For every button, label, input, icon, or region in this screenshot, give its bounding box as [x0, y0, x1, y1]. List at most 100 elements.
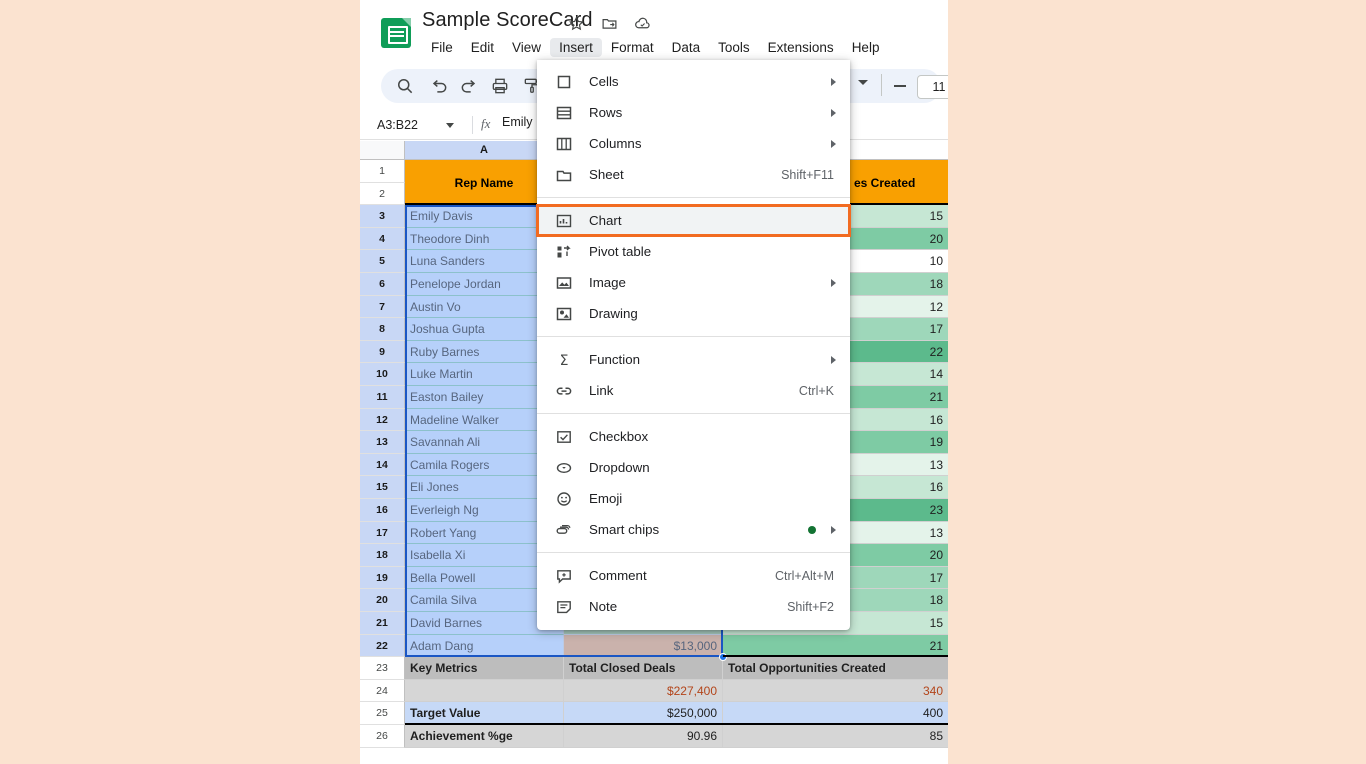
google-sheets-window: Sample ScoreCard File Edit View Insert F… [360, 0, 948, 764]
row-header-11[interactable]: 11 [360, 386, 405, 409]
cell-b22[interactable]: $13,000 [564, 634, 723, 658]
row-header-21[interactable]: 21 [360, 612, 405, 635]
menu-view[interactable]: View [503, 38, 550, 57]
cell-a25[interactable]: Target Value [405, 702, 564, 725]
row-header-26[interactable]: 26 [360, 725, 405, 748]
cell-a23[interactable]: Key Metrics [405, 657, 564, 680]
decrease-font-size-button[interactable] [894, 85, 906, 87]
cell-b25[interactable]: $250,000 [564, 702, 723, 725]
star-icon[interactable] [568, 15, 585, 32]
menu-item-link[interactable]: Link Ctrl+K [537, 375, 850, 406]
menu-item-rows[interactable]: Rows [537, 97, 850, 128]
row-header-19[interactable]: 19 [360, 566, 405, 590]
row-header-23[interactable]: 23 [360, 657, 405, 680]
row-header-22[interactable]: 22 [360, 634, 405, 658]
row-header-10[interactable]: 10 [360, 363, 405, 386]
menu-item-shortcut: Ctrl+K [798, 383, 834, 398]
row-header-18[interactable]: 18 [360, 544, 405, 567]
row-header-16[interactable]: 16 [360, 499, 405, 522]
menu-item-sheet[interactable]: Sheet Shift+F11 [537, 159, 850, 190]
row-header-2[interactable]: 2 [360, 182, 405, 206]
dropdown-icon [555, 459, 573, 477]
cloud-saved-icon[interactable] [634, 15, 651, 32]
print-icon[interactable] [490, 76, 510, 96]
search-icon[interactable] [395, 76, 415, 96]
menu-item-label: Sheet [589, 167, 624, 182]
menu-format[interactable]: Format [602, 38, 663, 57]
menu-tools[interactable]: Tools [709, 38, 759, 57]
menu-item-cells[interactable]: Cells [537, 66, 850, 97]
menu-item-pivot-table[interactable]: Pivot table [537, 236, 850, 267]
row-header-14[interactable]: 14 [360, 453, 405, 477]
row-header-25[interactable]: 25 [360, 702, 405, 725]
undo-icon[interactable] [429, 76, 449, 96]
menu-item-smart-chips[interactable]: Smart chips [537, 514, 850, 545]
menu-item-drawing[interactable]: Drawing [537, 298, 850, 329]
cell-a26[interactable]: Achievement %ge [405, 725, 564, 748]
menu-item-label: Drawing [589, 306, 638, 321]
move-to-folder-icon[interactable] [601, 15, 618, 32]
menu-item-checkbox[interactable]: Checkbox [537, 421, 850, 452]
cell-b26[interactable]: 90.96 [564, 725, 723, 748]
row-header-13[interactable]: 13 [360, 431, 405, 454]
menu-insert[interactable]: Insert [550, 38, 602, 57]
comment-icon [555, 567, 573, 585]
fx-icon: fx [481, 116, 491, 131]
name-box-caret-icon[interactable] [446, 123, 454, 128]
row-header-5[interactable]: 5 [360, 250, 405, 273]
row-header-24[interactable]: 24 [360, 679, 405, 703]
cell-b24[interactable]: $227,400 [564, 679, 723, 703]
menu-item-emoji[interactable]: Emoji [537, 483, 850, 514]
header-cell-opportunities-created[interactable]: es Created [850, 160, 948, 206]
redo-icon[interactable] [459, 76, 479, 96]
menu-item-columns[interactable]: Columns [537, 128, 850, 159]
insert-menu-popup[interactable]: Cells Rows Columns Sheet Shift+F11 Chart Pivot… [536, 60, 851, 630]
row-header-3[interactable]: 3 [360, 205, 405, 228]
font-size-input[interactable]: 11 [917, 75, 948, 99]
toolbar-more-caret[interactable] [858, 80, 868, 85]
row-header-9[interactable]: 9 [360, 340, 405, 364]
submenu-arrow-icon [831, 355, 836, 364]
toolbar-divider [881, 74, 882, 96]
cell-c24[interactable]: 340 [723, 679, 948, 703]
row-header-15[interactable]: 15 [360, 476, 405, 499]
cell-a22[interactable]: Adam Dang [405, 634, 564, 658]
menu-item-note[interactable]: Note Shift+F2 [537, 591, 850, 622]
menu-help[interactable]: Help [843, 38, 889, 57]
row-header-20[interactable]: 20 [360, 589, 405, 612]
menu-edit[interactable]: Edit [462, 38, 503, 57]
menu-extensions[interactable]: Extensions [759, 38, 843, 57]
menu-item-comment[interactable]: Comment Ctrl+Alt+M [537, 560, 850, 591]
cell-c25[interactable]: 400 [723, 702, 948, 725]
checkbox-icon [555, 428, 573, 446]
row-header-6[interactable]: 6 [360, 273, 405, 296]
cell-c26[interactable]: 85 [723, 725, 948, 748]
menu-item-label: Smart chips [589, 522, 660, 537]
rows-icon [555, 104, 573, 122]
menu-item-function[interactable]: Σ Function [537, 344, 850, 375]
drawing-icon [555, 305, 573, 323]
cell-c22[interactable]: 21 [723, 634, 948, 658]
submenu-arrow-icon [831, 108, 836, 117]
document-title[interactable]: Sample ScoreCard [422, 9, 593, 32]
cell-c23[interactable]: Total Opportunities Created [723, 657, 948, 680]
row-header-17[interactable]: 17 [360, 521, 405, 545]
row-header-7[interactable]: 7 [360, 295, 405, 319]
row-header-1[interactable]: 1 [360, 160, 405, 183]
menu-item-label: Link [589, 383, 614, 398]
menu-item-image[interactable]: Image [537, 267, 850, 298]
menu-file[interactable]: File [422, 38, 462, 57]
cell-a24[interactable] [405, 679, 564, 703]
select-all-corner[interactable] [360, 141, 405, 160]
menu-item-label: Chart [589, 213, 622, 228]
row-header-4[interactable]: 4 [360, 227, 405, 251]
menu-item-label: Emoji [589, 491, 623, 506]
row-header-8[interactable]: 8 [360, 318, 405, 341]
menu-item-chart[interactable]: Chart [536, 204, 851, 237]
menu-data[interactable]: Data [663, 38, 710, 57]
menu-item-dropdown[interactable]: Dropdown [537, 452, 850, 483]
cell-b23[interactable]: Total Closed Deals [564, 657, 723, 680]
menu-item-label: Cells [589, 74, 619, 89]
title-icon-group [568, 15, 651, 32]
row-header-12[interactable]: 12 [360, 408, 405, 432]
